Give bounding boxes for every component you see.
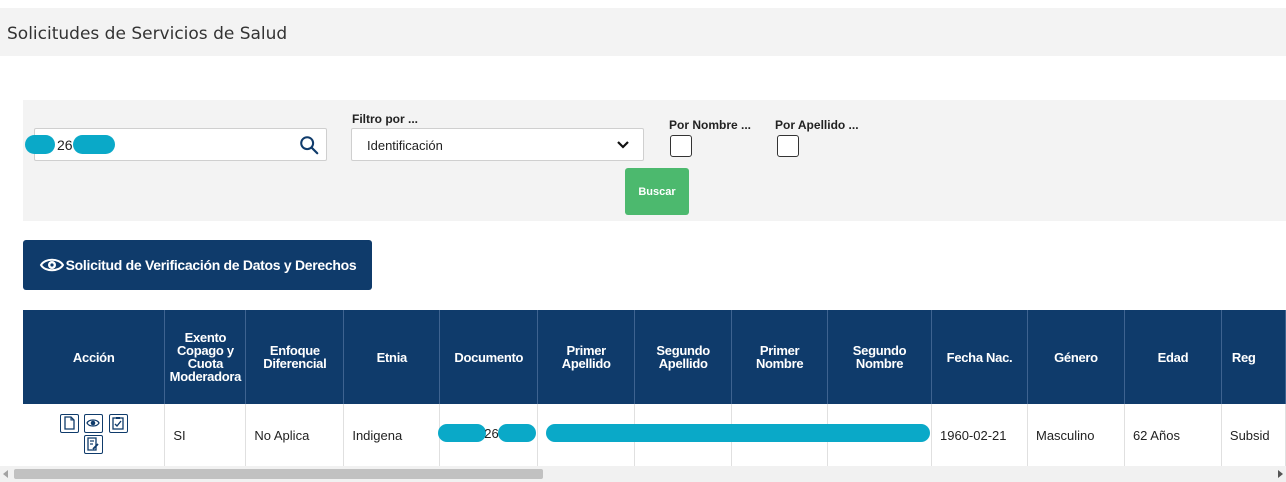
clipboard-check-icon[interactable] xyxy=(108,413,128,433)
search-input[interactable]: 26 xyxy=(25,128,327,161)
verification-request-button[interactable]: Solicitud de Verificación de Datos y Der… xyxy=(23,240,372,290)
col-header-exento[interactable]: Exento Copago y Cuota Moderadora xyxy=(164,310,247,404)
col-header-segundo-apellido[interactable]: Segundo Apellido xyxy=(634,310,733,404)
search-button[interactable]: Buscar xyxy=(625,168,689,215)
scroll-right-icon[interactable] xyxy=(1278,470,1283,478)
col-header-primer-nombre[interactable]: Primer Nombre xyxy=(731,310,829,404)
action-cell xyxy=(23,404,166,467)
search-icon[interactable] xyxy=(298,134,320,156)
redaction-mark xyxy=(25,135,55,154)
table-row: SI No Aplica Indigena 26 1960-02-21 Masc… xyxy=(23,404,1286,467)
new-document-icon[interactable] xyxy=(59,413,79,433)
table-header-row: Acción Exento Copago y Cuota Moderadora … xyxy=(23,310,1286,404)
cell-edad: 62 Años xyxy=(1124,404,1222,467)
eye-icon xyxy=(39,258,64,272)
view-icon[interactable] xyxy=(84,413,104,433)
chevron-down-icon xyxy=(617,141,629,149)
col-header-enfoque[interactable]: Enfoque Diferencial xyxy=(245,310,345,404)
cell-regimen: Subsid xyxy=(1221,404,1286,467)
col-header-fecha-nac[interactable]: Fecha Nac. xyxy=(931,310,1028,404)
requests-table: Acción Exento Copago y Cuota Moderadora … xyxy=(23,310,1286,467)
col-header-documento[interactable]: Documento xyxy=(439,310,539,404)
by-surname-checkbox[interactable] xyxy=(777,135,799,157)
cell-enfoque: No Aplica xyxy=(245,404,345,467)
cell-primer-apellido xyxy=(537,404,931,467)
filter-label: Filtro por ... xyxy=(352,112,418,126)
cell-exento: SI xyxy=(164,404,247,467)
redaction-mark xyxy=(73,135,115,154)
redaction-mark xyxy=(498,424,537,442)
page-title: Solicitudes de Servicios de Salud xyxy=(7,24,288,44)
col-header-genero[interactable]: Género xyxy=(1027,310,1125,404)
col-header-edad[interactable]: Edad xyxy=(1124,310,1222,404)
col-header-primer-apellido[interactable]: Primer Apellido xyxy=(537,310,636,404)
by-name-checkbox[interactable] xyxy=(670,135,692,157)
by-surname-label: Por Apellido ... xyxy=(775,118,859,132)
edit-document-icon[interactable] xyxy=(84,434,104,454)
cell-documento: 26 xyxy=(438,404,539,467)
col-header-regimen[interactable]: Reg xyxy=(1221,310,1286,404)
page-header: Solicitudes de Servicios de Salud xyxy=(0,8,1286,56)
search-value: 26 xyxy=(57,137,73,153)
by-name-label: Por Nombre ... xyxy=(669,118,752,132)
horizontal-scrollbar[interactable] xyxy=(0,466,1286,482)
scroll-left-icon[interactable] xyxy=(3,470,8,478)
verification-button-label: Solicitud de Verificación de Datos y Der… xyxy=(65,257,357,273)
cell-fecha-nac: 1960-02-21 xyxy=(931,404,1028,467)
redaction-mark xyxy=(438,424,487,442)
documento-value: 26 xyxy=(484,426,499,441)
col-header-accion[interactable]: Acción xyxy=(23,310,166,404)
scrollbar-thumb[interactable] xyxy=(14,469,543,479)
filter-selected-value: Identificación xyxy=(367,138,443,153)
redaction-mark xyxy=(546,424,931,442)
cell-etnia: Indigena xyxy=(343,404,441,467)
cell-genero: Masculino xyxy=(1027,404,1125,467)
filter-select[interactable]: Identificación xyxy=(351,128,644,161)
col-header-etnia[interactable]: Etnia xyxy=(343,310,441,404)
col-header-segundo-nombre[interactable]: Segundo Nombre xyxy=(827,310,933,404)
